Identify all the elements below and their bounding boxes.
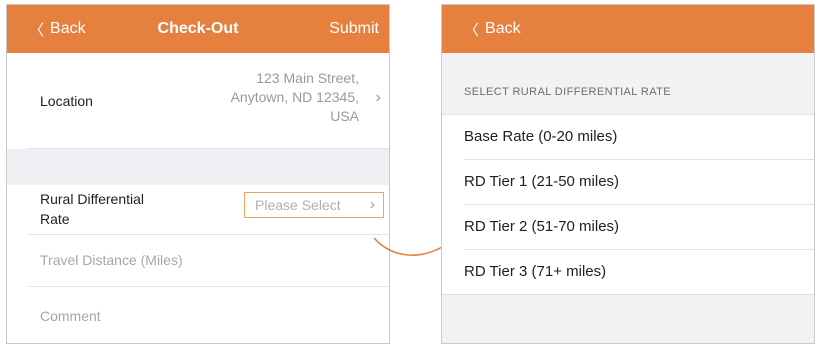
- comment-row[interactable]: Comment: [7, 287, 389, 343]
- submit-button[interactable]: Submit: [329, 5, 379, 53]
- location-line: 123 Main Street,: [256, 70, 359, 86]
- location-label: Location: [40, 93, 93, 109]
- section-header: SELECT RURAL DIFFERENTIAL RATE: [464, 86, 671, 98]
- location-value: 123 Main Street, Anytown, ND 12345, USA: [199, 69, 359, 126]
- chevron-left-icon: 〈: [29, 21, 45, 39]
- label-line: Rural Differential: [40, 191, 145, 207]
- rate-option-tier-3[interactable]: RD Tier 3 (71+ miles): [442, 250, 814, 295]
- rate-option-base[interactable]: Base Rate (0-20 miles): [442, 115, 814, 160]
- back-button[interactable]: 〈 Back: [29, 5, 86, 53]
- rate-picker-navbar: 〈 Back: [442, 5, 814, 53]
- rate-option-list: Base Rate (0-20 miles) RD Tier 1 (21-50 …: [442, 114, 814, 295]
- comment-field[interactable]: Comment: [40, 308, 101, 324]
- group-separator: [7, 149, 389, 185]
- chevron-right-icon: ›: [375, 89, 381, 106]
- label-line: Rate: [40, 211, 70, 227]
- back-label: Back: [50, 20, 86, 37]
- location-line: Anytown, ND 12345,: [230, 89, 359, 105]
- rural-rate-placeholder: Please Select: [255, 197, 341, 213]
- rate-option-label: Base Rate (0-20 miles): [464, 128, 618, 145]
- rate-option-tier-1[interactable]: RD Tier 1 (21-50 miles): [442, 160, 814, 205]
- location-row[interactable]: Location 123 Main Street, Anytown, ND 12…: [7, 53, 389, 149]
- back-label: Back: [485, 20, 521, 37]
- checkout-screen: 〈 Back Check-Out Submit Location 123 Mai…: [6, 4, 390, 344]
- rural-rate-select[interactable]: Please Select ›: [244, 192, 384, 218]
- rate-option-tier-2[interactable]: RD Tier 2 (51-70 miles): [442, 205, 814, 250]
- rate-picker-screen: 〈 Back SELECT RURAL DIFFERENTIAL RATE Ba…: [441, 4, 815, 344]
- checkout-navbar: 〈 Back Check-Out Submit: [7, 5, 389, 53]
- back-button[interactable]: 〈 Back: [464, 5, 521, 53]
- rural-differential-rate-row: Rural Differential Rate Please Select ›: [7, 185, 389, 235]
- rate-option-label: RD Tier 3 (71+ miles): [464, 263, 607, 280]
- chevron-right-icon: ›: [370, 196, 375, 213]
- travel-distance-field[interactable]: Travel Distance (Miles): [40, 252, 183, 268]
- row-divider: [442, 294, 814, 295]
- location-line: USA: [330, 108, 359, 124]
- chevron-left-icon: 〈: [464, 21, 480, 39]
- rate-option-label: RD Tier 2 (51-70 miles): [464, 218, 620, 235]
- rate-option-label: RD Tier 1 (21-50 miles): [464, 173, 620, 190]
- rural-differential-rate-label: Rural Differential Rate: [40, 189, 200, 229]
- travel-distance-row[interactable]: Travel Distance (Miles): [7, 235, 389, 287]
